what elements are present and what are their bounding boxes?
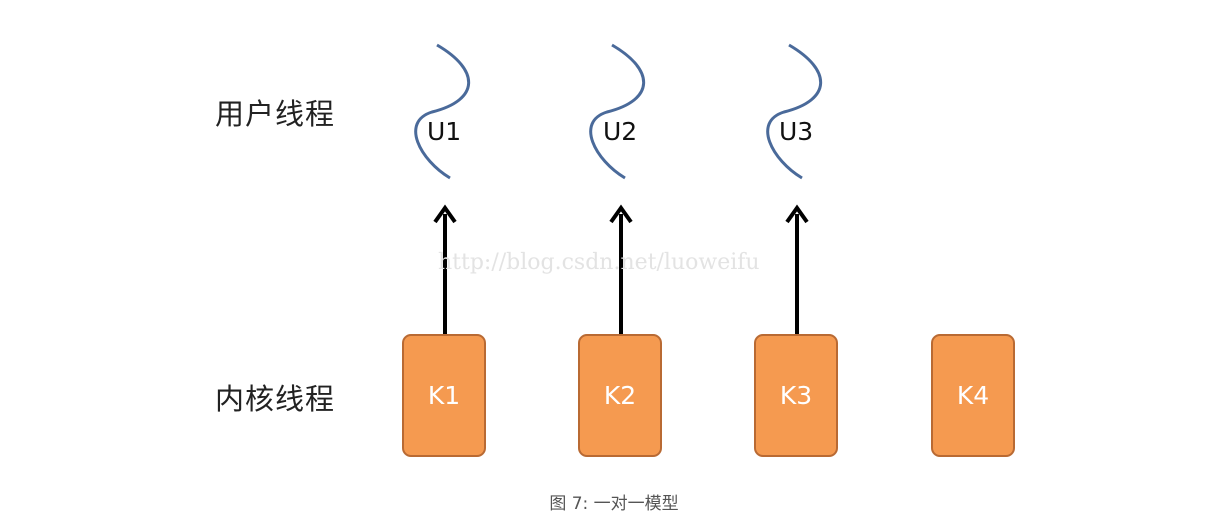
user-thread-u2-label: U2 xyxy=(603,117,638,146)
kernel-thread-k3: K3 xyxy=(754,334,838,457)
arrow-k3-u3 xyxy=(785,204,809,334)
user-thread-wave-u1 xyxy=(414,43,471,180)
user-thread-wave-u3 xyxy=(766,43,823,180)
kernel-thread-k1-label: K1 xyxy=(427,381,461,410)
kernel-thread-k4-label: K4 xyxy=(956,381,990,410)
kernel-thread-k3-label: K3 xyxy=(779,381,813,410)
diagram-canvas: 用户线程 内核线程 U1 U2 U3 http://blog.csdn.net/… xyxy=(0,0,1228,529)
figure-caption: 图 7: 一对一模型 xyxy=(549,494,679,514)
kernel-thread-k2-label: K2 xyxy=(603,381,637,410)
kernel-thread-k2: K2 xyxy=(578,334,662,457)
kernel-threads-label: 内核线程 xyxy=(215,382,336,416)
kernel-thread-k4: K4 xyxy=(931,334,1015,457)
user-thread-u1-label: U1 xyxy=(427,117,462,146)
kernel-thread-k1: K1 xyxy=(402,334,486,457)
user-threads-label: 用户线程 xyxy=(215,97,336,131)
user-thread-wave-u2 xyxy=(589,43,646,180)
watermark: http://blog.csdn.net/luoweifu xyxy=(438,250,760,275)
user-thread-u3-label: U3 xyxy=(779,117,814,146)
